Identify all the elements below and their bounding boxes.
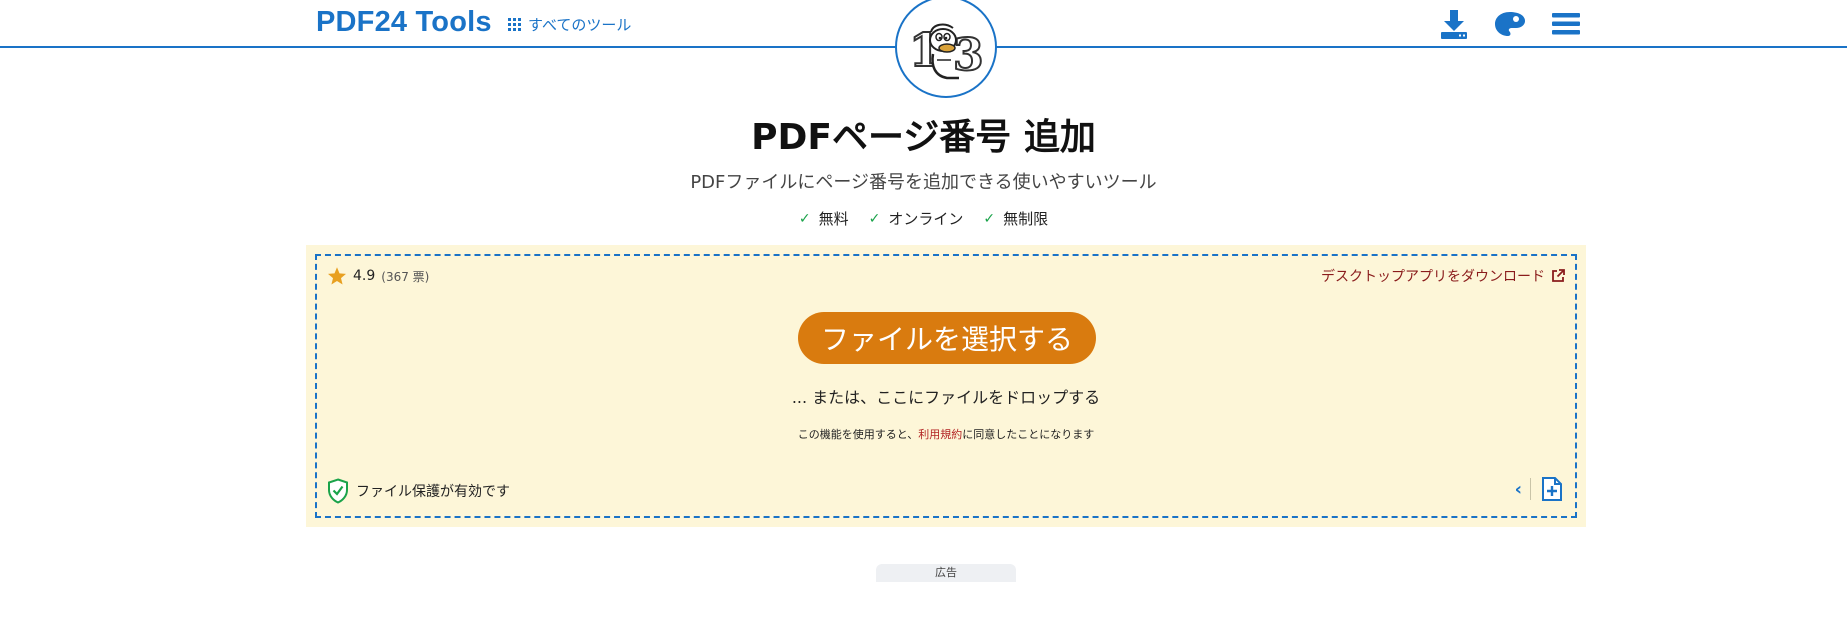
desktop-app-download-link[interactable]: デスクトップアプリをダウンロード: [1321, 266, 1565, 286]
pdf24-mascot-logo[interactable]: 1 3: [895, 0, 997, 98]
terms-text-before: この機能を使用すると、: [797, 428, 919, 441]
feature-item: ✓ 無制限: [983, 208, 1048, 229]
page-subtitle: PDFファイルにページ番号を追加できる使いやすいツール: [690, 172, 1157, 193]
star-icon: [328, 267, 346, 285]
terms-text-after: に同意したことになります: [962, 428, 1095, 441]
feature-item: ✓ 無料: [799, 208, 849, 229]
rating: 4.9 (367 票): [327, 266, 429, 286]
terms-link[interactable]: 利用規約: [918, 428, 962, 441]
mascot-123-icon: 1 3: [908, 22, 985, 82]
feature-item: ✓ オンライン: [869, 208, 964, 229]
feature-label: 無料: [818, 210, 849, 228]
advertisement-label: 広告: [876, 564, 1016, 582]
external-link-icon: [1552, 269, 1565, 282]
rating-value: 4.9: [353, 268, 376, 284]
terms-notice: この機能を使用すると、利用規約に同意したことになります: [317, 426, 1575, 442]
chevron-left-icon[interactable]: ‹: [1515, 479, 1522, 500]
desktop-link-label: デスクトップアプリをダウンロード: [1321, 269, 1545, 285]
header-icons: [1436, 6, 1584, 42]
divider: [1530, 478, 1531, 500]
all-tools-link[interactable]: すべてのツール: [508, 14, 631, 35]
brand-logo-text[interactable]: PDF24 Tools: [316, 6, 492, 39]
upload-actions: ‹: [1515, 476, 1565, 502]
svg-text:3: 3: [953, 30, 984, 81]
feature-list: ✓ 無料 ✓ オンライン ✓ 無制限: [0, 208, 1847, 229]
check-icon: ✓: [983, 210, 996, 227]
page-title: PDFページ番号 追加: [751, 117, 1096, 158]
feature-label: オンライン: [888, 210, 964, 228]
rating-votes: (367 票): [381, 269, 430, 284]
check-icon: ✓: [868, 210, 881, 227]
grid-icon: [508, 18, 521, 31]
file-protection-status: ファイル保護が有効です: [327, 478, 510, 504]
upload-panel: 4.9 (367 票) デスクトップアプリをダウンロード ファイルを選択する .…: [306, 245, 1586, 527]
feature-label: 無制限: [1003, 210, 1049, 228]
shield-check-icon: [328, 478, 348, 504]
drop-hint: ... または、ここにファイルをドロップする: [791, 388, 1101, 407]
check-icon: ✓: [798, 210, 811, 227]
download-icon[interactable]: [1436, 6, 1472, 42]
all-tools-label: すべてのツール: [528, 16, 632, 34]
menu-icon[interactable]: [1548, 6, 1584, 42]
add-file-icon[interactable]: [1539, 476, 1565, 502]
select-file-button[interactable]: ファイルを選択する: [798, 312, 1096, 364]
palette-icon[interactable]: [1492, 6, 1528, 42]
file-drop-zone[interactable]: 4.9 (367 票) デスクトップアプリをダウンロード ファイルを選択する .…: [315, 254, 1577, 518]
protection-label: ファイル保護が有効です: [356, 484, 510, 500]
